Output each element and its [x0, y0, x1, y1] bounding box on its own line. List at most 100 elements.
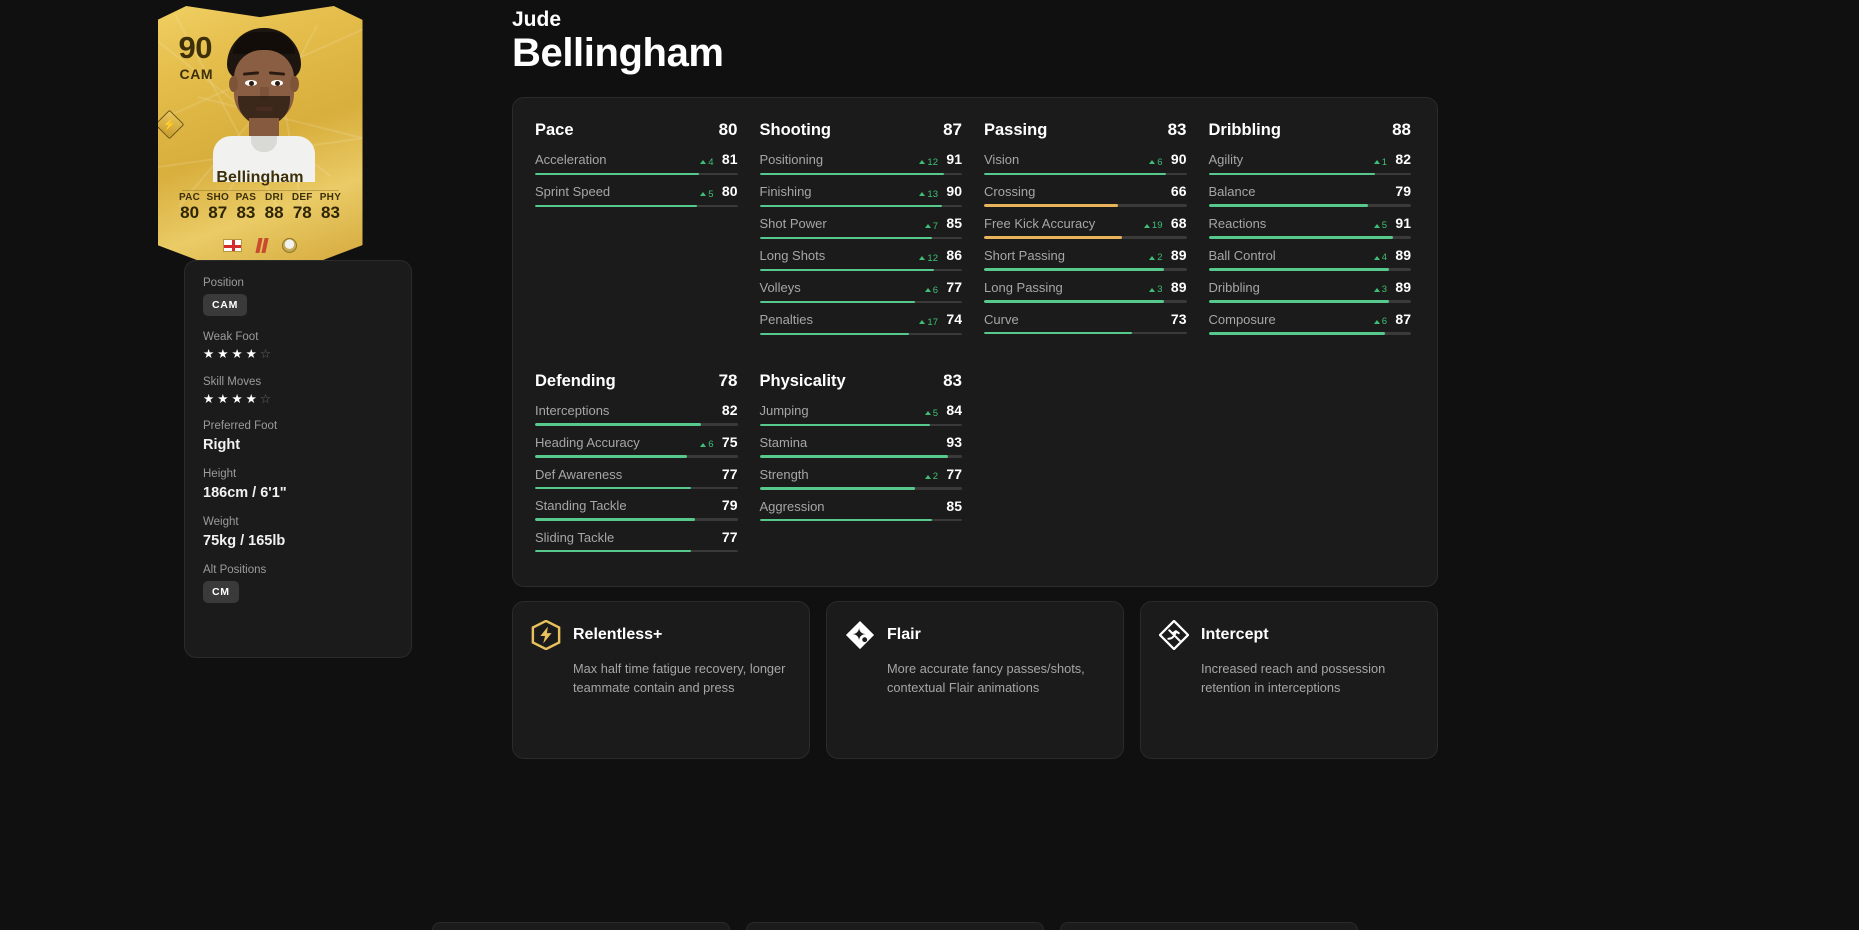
stat-right: 19 68	[1143, 215, 1187, 231]
stat-bar-fill	[759, 172, 944, 176]
stat-category-value: 80	[718, 120, 738, 140]
stat-row-top: Balance 79	[1209, 183, 1412, 199]
stat-right: 4 89	[1373, 247, 1411, 263]
stat-delta-value: 3	[1381, 284, 1387, 296]
stat-row-top: Curve 73	[984, 311, 1187, 327]
star-outline-icon: ☆	[259, 347, 272, 361]
stat-bar	[759, 300, 962, 304]
stat-bar-fill	[984, 268, 1165, 271]
stat-bar-fill	[1208, 268, 1389, 271]
stat-delta: 6	[1373, 316, 1387, 327]
stat-delta-value: 12	[927, 252, 938, 264]
stat-right: 12 86	[919, 247, 962, 264]
player-name-header: Jude Bellingham	[512, 8, 1827, 74]
stat-bar	[759, 236, 962, 240]
stat-name: Jumping	[759, 403, 809, 419]
triangle-up-icon	[919, 192, 926, 197]
player-first-name: Jude	[512, 8, 562, 31]
stat-row: Volleys 6 77	[759, 279, 963, 304]
stat-right: 79	[718, 497, 738, 513]
stat-bar-fill	[759, 204, 942, 208]
stat-delta: 17	[919, 317, 938, 328]
stat-delta: 3	[1149, 284, 1163, 295]
stat-bar	[759, 204, 962, 208]
card-stat-key: SHO	[206, 192, 230, 203]
stat-row: Ball Control 4 89	[1208, 247, 1411, 271]
stat-name: Stamina	[759, 435, 808, 451]
stat-right: 4 81	[700, 151, 738, 168]
stat-value: 66	[1170, 183, 1187, 200]
stat-category-header: Shooting 87	[760, 120, 963, 140]
stat-delta: 6	[1149, 157, 1163, 168]
stat-row: Long Passing 3 89	[984, 279, 1187, 303]
stat-bar	[759, 332, 962, 336]
stat-name: Crossing	[984, 184, 1036, 200]
stat-right: 17 74	[919, 311, 962, 328]
info-height-value: 186cm / 6'1"	[203, 485, 287, 501]
stat-bar	[535, 455, 738, 458]
stat-value: 85	[946, 215, 962, 232]
stat-bar	[535, 549, 738, 553]
stat-right: 93	[942, 434, 962, 450]
stat-bar	[535, 204, 738, 208]
stat-delta: 6	[700, 439, 714, 451]
card-stat-pac: PAC 80	[176, 192, 204, 223]
peek-card	[746, 922, 1044, 930]
stat-delta: 1	[1373, 156, 1387, 168]
stat-category-value: 78	[718, 371, 738, 391]
player-card[interactable]: 90 CAM ⚡ Bellingham PAC 80 SHO 87 PAS 83…	[157, 6, 363, 284]
stat-bar-fill	[984, 331, 1132, 335]
info-preferred-foot: Preferred Foot Right	[203, 420, 393, 453]
stat-delta-value: 1	[1381, 156, 1387, 168]
england-flag-icon	[223, 239, 242, 252]
playstyle-description: More accurate fancy passes/shots, contex…	[887, 661, 1085, 696]
stat-name: Balance	[1208, 184, 1256, 200]
stat-delta-value: 2	[1157, 252, 1163, 264]
stat-value: 80	[721, 183, 738, 200]
stat-name: Short Passing	[984, 247, 1065, 263]
weak-foot-stars: ★ ★ ★ ★ ☆	[203, 348, 393, 361]
stat-right: 6 90	[1149, 151, 1187, 168]
stat-name: Free Kick Accuracy	[984, 215, 1096, 231]
triangle-up-icon	[1143, 223, 1150, 228]
stat-delta-value: 6	[708, 439, 714, 451]
stat-row-top: Heading Accuracy 6 75	[535, 434, 738, 451]
stat-row: Crossing 66	[984, 183, 1187, 207]
intercept-icon	[1158, 619, 1190, 651]
stat-bar-fill	[535, 486, 691, 490]
triangle-up-icon	[1373, 287, 1380, 292]
stat-delta-value: 17	[927, 316, 938, 328]
stat-row: Standing Tackle 79	[535, 497, 738, 521]
stat-bar	[1208, 236, 1411, 239]
laliga-logo-icon	[255, 238, 269, 253]
stat-value: 89	[1170, 278, 1187, 295]
stat-bar-fill	[759, 455, 948, 458]
stat-right: 1 82	[1373, 151, 1411, 168]
stat-row: Sprint Speed 5 80	[535, 183, 738, 208]
stat-category-header: Dribbling 88	[1209, 120, 1412, 140]
stat-bar	[535, 172, 738, 176]
position-chip[interactable]: CAM	[203, 294, 248, 316]
stat-name: Composure	[1208, 311, 1276, 327]
stat-delta: 12	[919, 157, 938, 168]
card-stat-value: 78	[292, 203, 312, 222]
stat-category-header: Defending 78	[535, 371, 738, 391]
stat-value: 74	[946, 311, 962, 328]
playstyle-card-flair[interactable]: Flair More accurate fancy passes/shots, c…	[826, 601, 1124, 760]
stat-bar-fill	[1208, 236, 1393, 239]
stat-delta-value: 12	[927, 156, 938, 168]
alt-position-chip[interactable]: CM	[203, 581, 239, 603]
player-card-container: 90 CAM ⚡ Bellingham PAC 80 SHO 87 PAS 83…	[0, 6, 512, 284]
stat-bar	[1208, 332, 1411, 335]
info-alt-positions-label: Alt Positions	[203, 564, 267, 576]
playstyle-card-relentless-plus[interactable]: Relentless+ Max half time fatigue recover…	[512, 601, 810, 760]
stat-delta: 4	[1373, 252, 1387, 263]
playstyle-card-intercept[interactable]: Intercept Increased reach and possession …	[1140, 601, 1438, 760]
stat-bar	[535, 518, 738, 521]
stat-row-top: Volleys 6 77	[760, 279, 963, 296]
stat-value: 86	[946, 247, 962, 264]
stat-category-header: Pace 80	[535, 120, 738, 140]
star-icon: ★	[231, 391, 243, 406]
stat-value: 93	[946, 434, 962, 451]
stat-row: Def Awareness 77	[535, 466, 738, 490]
